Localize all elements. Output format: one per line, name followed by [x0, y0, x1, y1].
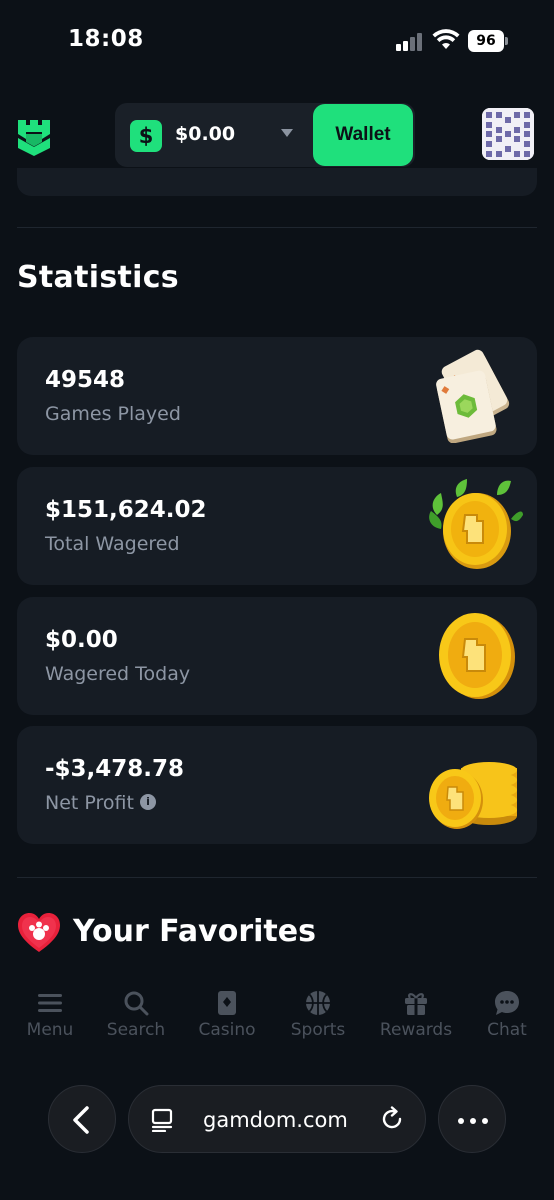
search-icon	[124, 991, 149, 1016]
avatar-pattern-icon	[482, 108, 534, 160]
reload-icon[interactable]	[379, 1106, 405, 1132]
casino-icon	[218, 991, 236, 1015]
stat-label: Net Profit i	[45, 792, 156, 814]
page-menu-icon[interactable]	[151, 1108, 175, 1132]
stat-label: Wagered Today	[45, 663, 191, 685]
stat-card-total-wagered: $151,624.02 Total Wagered	[17, 467, 537, 585]
address-bar[interactable]: gamdom.com	[128, 1085, 426, 1153]
dollar-icon: $	[130, 120, 162, 152]
nav-item-chat[interactable]: Chat	[462, 982, 552, 1040]
coin-stack-icon	[429, 762, 517, 829]
nav-item-rewards[interactable]: Rewards	[371, 982, 461, 1040]
wallet-button[interactable]: Wallet	[313, 104, 413, 166]
coin-leaves-icon	[429, 479, 523, 569]
divider	[17, 227, 537, 228]
stat-card-wagered-today: $0.00 Wagered Today	[17, 597, 537, 715]
back-button[interactable]	[48, 1085, 116, 1153]
gold-coin-icon	[439, 613, 515, 699]
stat-label: Games Played	[45, 403, 181, 425]
battery-icon: 96	[468, 30, 508, 52]
chevron-down-icon[interactable]	[281, 129, 293, 137]
stat-value: $151,624.02	[45, 497, 207, 523]
wifi-icon	[432, 29, 460, 49]
nav-item-menu[interactable]: Menu	[5, 982, 95, 1040]
previous-card	[17, 168, 537, 196]
balance-amount: $0.00	[175, 123, 236, 145]
nav-label: Casino	[198, 1020, 256, 1040]
chevron-left-icon	[73, 1106, 89, 1134]
heart-icon	[18, 913, 60, 952]
url-text: gamdom.com	[203, 1108, 348, 1132]
nav-item-casino[interactable]: Casino	[182, 982, 272, 1040]
stat-value: $0.00	[45, 627, 118, 653]
bottom-nav: Menu Search Casino Sports Rewards Chat	[0, 982, 554, 1052]
mahjong-tiles-icon	[436, 349, 510, 443]
stat-value: 49548	[45, 367, 126, 393]
stat-label: Total Wagered	[45, 533, 180, 555]
chat-icon	[495, 991, 519, 1015]
avatar[interactable]	[482, 108, 534, 160]
menu-icon	[38, 994, 62, 1012]
rewards-icon	[405, 993, 427, 1015]
cellular-signal-icon	[396, 33, 426, 51]
stat-card-games-played: 49548 Games Played	[17, 337, 537, 455]
nav-label: Search	[106, 1020, 166, 1040]
sports-icon	[306, 991, 330, 1015]
nav-label: Rewards	[379, 1020, 453, 1040]
stat-value: -$3,478.78	[45, 756, 185, 782]
status-time: 18:08	[68, 26, 144, 52]
app-header: $ $0.00 Wallet	[0, 100, 554, 170]
battery-level: 96	[468, 30, 504, 52]
nav-label: Sports	[290, 1020, 346, 1040]
info-icon[interactable]: i	[139, 793, 156, 810]
statistics-title: Statistics	[17, 260, 179, 295]
more-options-button[interactable]	[438, 1085, 506, 1153]
nav-item-search[interactable]: Search	[91, 982, 181, 1040]
status-bar: 18:08 96	[0, 0, 554, 80]
nav-label: Menu	[26, 1020, 74, 1040]
browser-toolbar: gamdom.com	[0, 1080, 554, 1160]
nav-item-sports[interactable]: Sports	[273, 982, 363, 1040]
gamdom-logo-icon[interactable]	[16, 118, 52, 156]
stat-label-text: Net Profit	[45, 792, 134, 814]
stat-card-net-profit: -$3,478.78 Net Profit i	[17, 726, 537, 844]
divider	[17, 877, 537, 878]
balance-selector[interactable]: $ $0.00 Wallet	[115, 103, 415, 167]
nav-label: Chat	[487, 1020, 527, 1040]
favorites-title: Your Favorites	[73, 914, 316, 949]
